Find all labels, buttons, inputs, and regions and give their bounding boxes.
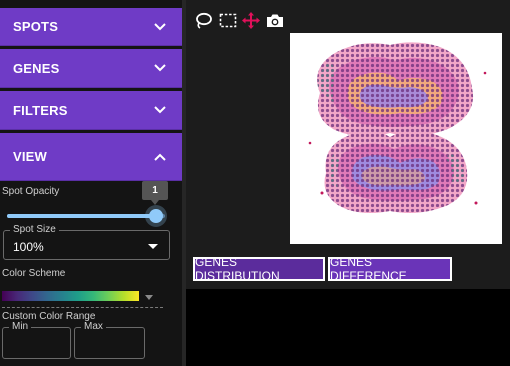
lasso-icon[interactable] xyxy=(194,12,212,29)
spot-opacity-tooltip: 1 xyxy=(142,181,168,205)
chevron-down-icon xyxy=(154,106,166,114)
color-scheme-underline xyxy=(2,307,163,308)
chevron-down-icon xyxy=(154,64,166,72)
slider-thumb[interactable] xyxy=(148,209,163,223)
genes-accordion-header[interactable]: GENES xyxy=(0,49,182,88)
spot-size-value: 100% xyxy=(13,240,44,254)
sidebar: SPOTS GENES FILTERS VIEW Spot Opacity 1 … xyxy=(0,0,182,366)
move-icon[interactable] xyxy=(242,12,260,29)
spots-accordion-label: SPOTS xyxy=(13,19,59,34)
color-scheme-label: Color Scheme xyxy=(2,268,66,279)
chevron-down-icon xyxy=(154,22,166,30)
slider-fill xyxy=(7,214,156,218)
color-scheme-select[interactable] xyxy=(2,291,139,301)
filters-accordion-label: FILTERS xyxy=(13,102,68,118)
spots-accordion-header[interactable]: SPOTS xyxy=(0,8,182,46)
spot-opacity-label: Spot Opacity xyxy=(2,186,60,197)
dropdown-caret-icon xyxy=(148,244,158,249)
chevron-up-icon xyxy=(154,153,166,161)
camera-icon[interactable] xyxy=(266,12,284,29)
view-accordion-label: VIEW xyxy=(13,149,48,164)
tissue-spot-plot[interactable] xyxy=(290,33,502,244)
genes-distribution-button[interactable]: GENES DISTRIBUTION xyxy=(193,255,325,283)
min-label: Min xyxy=(9,321,32,332)
genes-difference-button[interactable]: GENES DIFFERENCE xyxy=(328,255,452,283)
view-accordion-header[interactable]: VIEW xyxy=(0,133,182,181)
spot-size-select[interactable]: Spot Size 100% xyxy=(3,224,170,260)
filters-accordion-header[interactable]: FILTERS xyxy=(0,91,182,130)
spot-size-label: Spot Size xyxy=(10,224,59,235)
tissue-spot-image xyxy=(308,42,487,213)
spot-opacity-slider[interactable] xyxy=(7,209,165,223)
max-label: Max xyxy=(81,321,106,332)
min-input[interactable]: Min xyxy=(2,321,71,359)
max-input[interactable]: Max xyxy=(74,321,145,359)
dropdown-caret-icon[interactable] xyxy=(145,295,153,300)
box-select-icon[interactable] xyxy=(219,12,237,29)
genes-accordion-label: GENES xyxy=(13,60,60,76)
